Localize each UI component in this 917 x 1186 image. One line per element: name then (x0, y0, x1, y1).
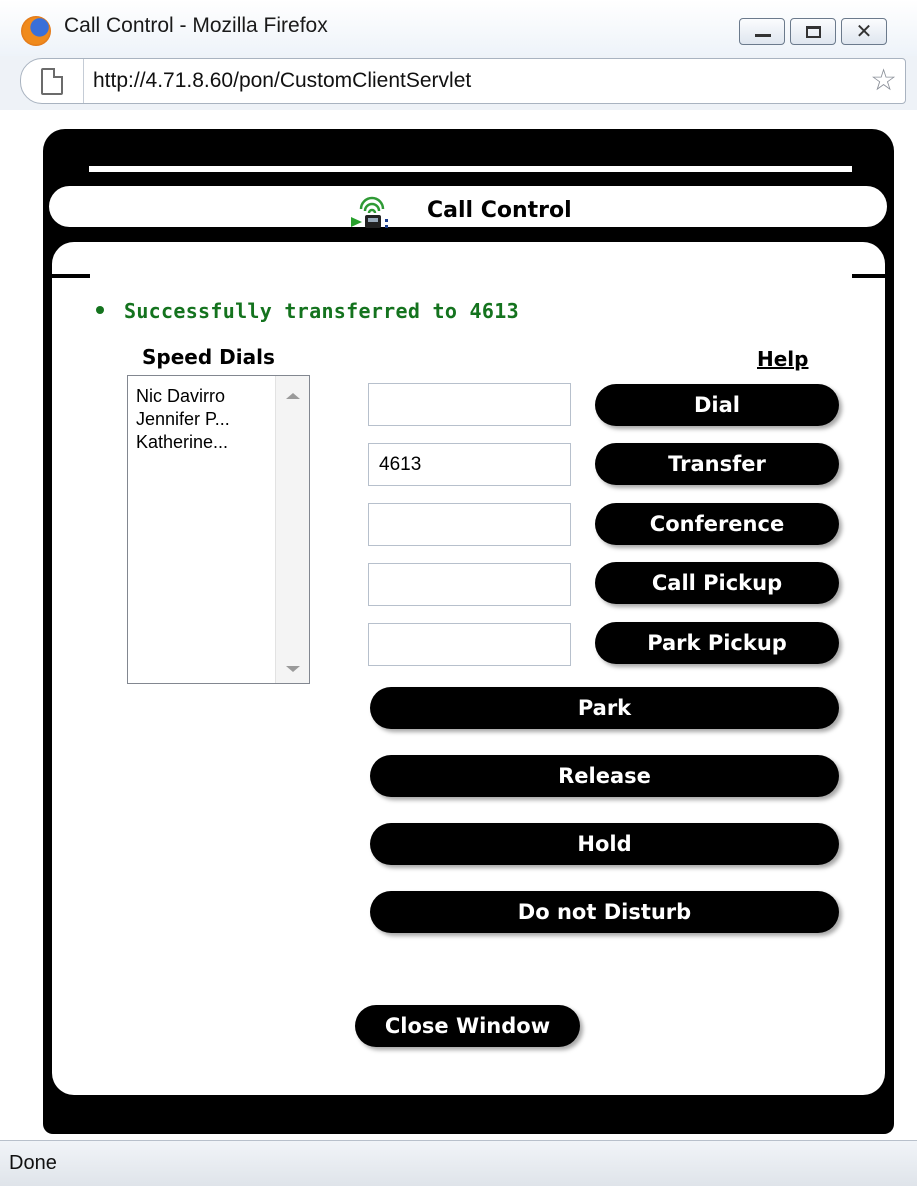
phone-signal-icon (351, 196, 388, 228)
status-bullet (96, 306, 104, 314)
firefox-logo-icon (21, 16, 51, 46)
call-control-title: Call Control (427, 198, 572, 223)
scroll-down-icon[interactable] (286, 666, 300, 672)
transfer-number-input[interactable] (368, 443, 571, 486)
transfer-button[interactable]: Transfer (595, 443, 839, 485)
minimize-button[interactable] (739, 18, 785, 45)
maximize-icon (806, 26, 821, 38)
park-pickup-input[interactable] (368, 623, 571, 666)
conference-button[interactable]: Conference (595, 503, 839, 545)
minimize-icon (755, 34, 771, 37)
speed-dial-item[interactable]: Jennifer P... (136, 409, 230, 430)
maximize-button[interactable] (790, 18, 836, 45)
address-toolbar: http://4.71.8.60/pon/CustomClientServlet… (0, 56, 917, 110)
address-bar[interactable]: http://4.71.8.60/pon/CustomClientServlet… (20, 58, 906, 104)
status-message: Successfully transferred to 4613 (124, 299, 519, 323)
speed-dials-label: Speed Dials (142, 345, 275, 369)
close-window-button[interactable]: ✕ (841, 18, 887, 45)
do-not-disturb-button[interactable]: Do not Disturb (370, 891, 839, 933)
frame-notch (52, 274, 90, 278)
call-pickup-input[interactable] (368, 563, 571, 606)
status-text: Done (9, 1152, 57, 1174)
close-window-page-button[interactable]: Close Window (355, 1005, 580, 1047)
speed-dials-list[interactable]: Nic Davirro Jennifer P... Katherine... (127, 375, 310, 684)
help-link[interactable]: Help (757, 347, 808, 371)
url-text[interactable]: http://4.71.8.60/pon/CustomClientServlet (93, 69, 471, 93)
close-icon: ✕ (855, 19, 873, 43)
frame-notch (852, 274, 894, 278)
frame-top-line (89, 166, 852, 172)
dial-button[interactable]: Dial (595, 384, 839, 426)
park-pickup-button[interactable]: Park Pickup (595, 622, 839, 664)
hold-button[interactable]: Hold (370, 823, 839, 865)
browser-status-bar: Done (0, 1140, 917, 1186)
conference-number-input[interactable] (368, 503, 571, 546)
release-button[interactable]: Release (370, 755, 839, 797)
speed-dial-item[interactable]: Katherine... (136, 432, 228, 453)
speed-dials-scrollbar[interactable] (275, 376, 309, 683)
scroll-up-icon[interactable] (286, 393, 300, 399)
call-pickup-button[interactable]: Call Pickup (595, 562, 839, 604)
url-divider (83, 59, 84, 103)
window-title: Call Control - Mozilla Firefox (64, 14, 328, 37)
dial-number-input[interactable] (368, 383, 571, 426)
window-titlebar: Call Control - Mozilla Firefox ✕ (0, 0, 917, 56)
bookmark-star-icon[interactable]: ☆ (870, 64, 897, 98)
speed-dial-item[interactable]: Nic Davirro (136, 386, 225, 407)
page-icon (41, 68, 63, 95)
park-button[interactable]: Park (370, 687, 839, 729)
